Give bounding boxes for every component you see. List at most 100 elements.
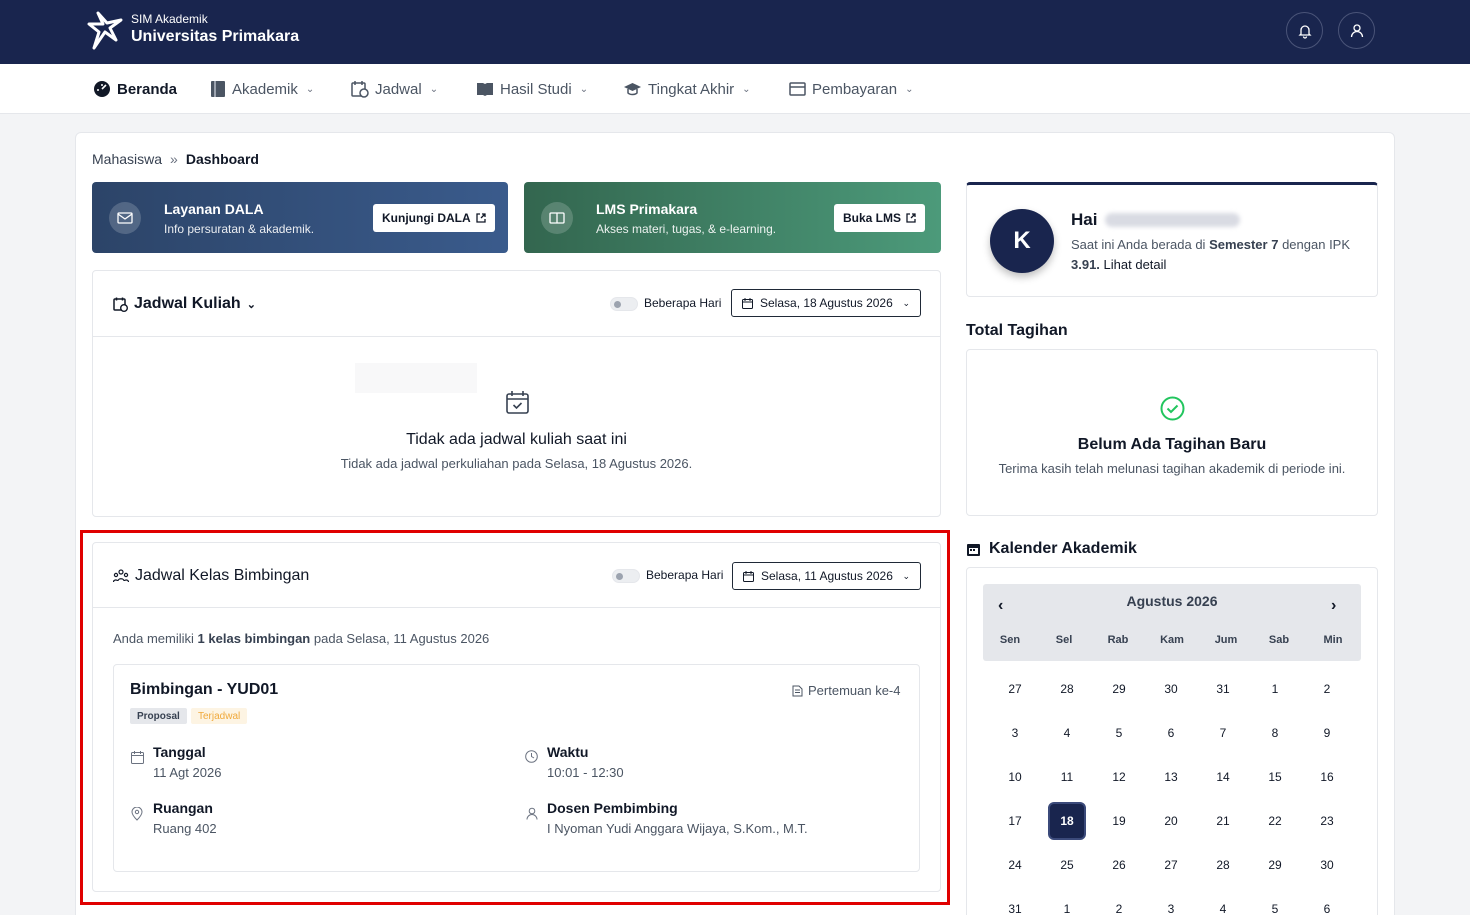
calendar-icon bbox=[743, 570, 754, 582]
jadwal-kuliah-dropdown[interactable]: Jadwal Kuliah ⌄ bbox=[113, 295, 256, 313]
calendar-day[interactable]: 2 bbox=[1308, 670, 1346, 708]
calendar-day[interactable]: 31 bbox=[1204, 670, 1242, 708]
tagihan-subtitle: Terima kasih telah melunasi tagihan akad… bbox=[998, 461, 1346, 476]
calendar-check-icon bbox=[506, 391, 529, 414]
book-icon bbox=[211, 81, 225, 97]
calendar-day[interactable]: 4 bbox=[1048, 714, 1086, 752]
calendar-day[interactable]: 3 bbox=[996, 714, 1034, 752]
greeting-text: Hai bbox=[1071, 210, 1098, 229]
calendar-clock-icon bbox=[351, 81, 369, 98]
breadcrumb-separator: » bbox=[170, 151, 178, 167]
calendar-day[interactable]: 27 bbox=[996, 670, 1034, 708]
ruangan-value: Ruang 402 bbox=[153, 821, 217, 836]
calendar-day[interactable]: 9 bbox=[1308, 714, 1346, 752]
nav-akademik[interactable]: Akademik ⌄ bbox=[210, 80, 314, 98]
semester: Semester 7 bbox=[1209, 237, 1279, 252]
nav-hasil-studi[interactable]: Hasil Studi ⌄ bbox=[476, 80, 588, 98]
notification-button[interactable] bbox=[1286, 12, 1323, 49]
calendar-day[interactable]: 28 bbox=[1048, 670, 1086, 708]
calendar-day[interactable]: 11 bbox=[1048, 758, 1086, 796]
nav-pembayaran[interactable]: Pembayaran ⌄ bbox=[789, 80, 913, 98]
calendar-day[interactable]: 29 bbox=[1256, 846, 1294, 884]
toggle-label: Beberapa Hari bbox=[644, 296, 722, 310]
calendar-day[interactable]: 6 bbox=[1308, 890, 1346, 915]
greeting: Hai bbox=[1071, 210, 1241, 230]
calendar-day[interactable]: 22 bbox=[1256, 802, 1294, 840]
calendar-day[interactable]: 20 bbox=[1152, 802, 1190, 840]
nav-tingkat-akhir[interactable]: Tingkat Akhir ⌄ bbox=[623, 80, 751, 98]
date-picker[interactable]: Selasa, 11 Agustus 2026 ⌄ bbox=[732, 562, 921, 590]
dosen-value: I Nyoman Yudi Anggara Wijaya, S.Kom., M.… bbox=[547, 821, 808, 836]
calendar-day[interactable]: 1 bbox=[1256, 670, 1294, 708]
info-suffix: dengan IPK bbox=[1282, 237, 1351, 252]
meeting-label: Pertemuan ke-4 bbox=[808, 683, 901, 698]
users-icon bbox=[113, 568, 129, 582]
calendar-day[interactable]: 25 bbox=[1048, 846, 1086, 884]
button-label: Kunjungi DALA bbox=[382, 211, 471, 225]
calendar-day[interactable]: 8 bbox=[1256, 714, 1294, 752]
calendar-day[interactable]: 29 bbox=[1100, 670, 1138, 708]
avatar[interactable]: K bbox=[990, 209, 1054, 273]
summary-prefix: Anda memiliki bbox=[113, 631, 194, 646]
buka-lms-button[interactable]: Buka LMS bbox=[834, 204, 926, 232]
calendar-day[interactable]: 6 bbox=[1152, 714, 1190, 752]
mail-icon bbox=[109, 202, 141, 234]
kunjungi-dala-button[interactable]: Kunjungi DALA bbox=[373, 204, 495, 232]
weekday-label: Sen bbox=[999, 634, 1021, 646]
breadcrumb-parent[interactable]: Mahasiswa bbox=[92, 151, 162, 167]
calendar-day-selected[interactable]: 18 bbox=[1048, 802, 1086, 840]
nav-label: Pembayaran bbox=[812, 80, 898, 98]
calendar-day[interactable]: 14 bbox=[1204, 758, 1242, 796]
person-icon bbox=[526, 807, 538, 820]
date-picker[interactable]: Selasa, 18 Agustus 2026 ⌄ bbox=[731, 289, 921, 317]
calendar-day[interactable]: 28 bbox=[1204, 846, 1242, 884]
calendar-day[interactable]: 30 bbox=[1308, 846, 1346, 884]
calendar-day[interactable]: 23 bbox=[1308, 802, 1346, 840]
main-nav: Beranda Akademik ⌄ Jadwal ⌄ Hasil Studi ⌄ T… bbox=[0, 64, 1470, 114]
info-prefix: Saat ini Anda berada di bbox=[1071, 237, 1206, 252]
calendar-day[interactable]: 2 bbox=[1100, 890, 1138, 915]
weekday-label: Kam bbox=[1160, 634, 1184, 646]
calendar-day[interactable]: 16 bbox=[1308, 758, 1346, 796]
calendar-day[interactable]: 26 bbox=[1100, 846, 1138, 884]
calendar-day[interactable]: 5 bbox=[1256, 890, 1294, 915]
calendar-day[interactable]: 7 bbox=[1204, 714, 1242, 752]
chevron-down-icon: ⌄ bbox=[579, 83, 589, 95]
calendar-day[interactable]: 12 bbox=[1100, 758, 1138, 796]
bimbingan-title: Jadwal Kelas Bimbingan bbox=[113, 567, 309, 585]
chevron-down-icon: ⌄ bbox=[246, 298, 256, 311]
calendar-day[interactable]: 1 bbox=[1048, 890, 1086, 915]
calendar-day[interactable]: 5 bbox=[1100, 714, 1138, 752]
beberapa-hari-toggle[interactable] bbox=[610, 297, 638, 311]
calendar-day[interactable]: 24 bbox=[996, 846, 1034, 884]
profile-info: Saat ini Anda berada di Semester 7 denga… bbox=[1071, 235, 1361, 275]
calendar-day[interactable]: 30 bbox=[1152, 670, 1190, 708]
calendar-day[interactable]: 10 bbox=[996, 758, 1034, 796]
nav-label: Jadwal bbox=[375, 80, 422, 98]
nav-jadwal[interactable]: Jadwal ⌄ bbox=[351, 80, 438, 98]
section-title: Jadwal Kuliah bbox=[134, 295, 241, 312]
calendar-day[interactable]: 21 bbox=[1204, 802, 1242, 840]
calendar-day[interactable]: 3 bbox=[1152, 890, 1190, 915]
calendar-day[interactable]: 17 bbox=[996, 802, 1034, 840]
calendar-day[interactable]: 19 bbox=[1100, 802, 1138, 840]
nav-beranda[interactable]: Beranda bbox=[93, 80, 177, 98]
summary-count: 1 kelas bimbingan bbox=[197, 631, 311, 646]
beberapa-hari-toggle[interactable] bbox=[612, 569, 640, 583]
bimbingan-summary: Anda memiliki 1 kelas bimbingan pada Sel… bbox=[113, 631, 489, 646]
calendar-day[interactable]: 15 bbox=[1256, 758, 1294, 796]
waktu-label: Waktu bbox=[547, 744, 589, 760]
external-link-icon bbox=[476, 213, 486, 223]
chevron-down-icon: ⌄ bbox=[902, 570, 910, 581]
calendar-day[interactable]: 4 bbox=[1204, 890, 1242, 915]
lihat-detail-link[interactable]: Lihat detail bbox=[1104, 257, 1167, 272]
calendar-day[interactable]: 13 bbox=[1152, 758, 1190, 796]
chevron-down-icon: ⌄ bbox=[905, 83, 914, 95]
user-menu-button[interactable] bbox=[1338, 12, 1375, 49]
nav-label: Hasil Studi bbox=[500, 80, 572, 98]
document-icon bbox=[792, 685, 803, 696]
section-title: Jadwal Kelas Bimbingan bbox=[135, 567, 310, 584]
calendar-day[interactable]: 31 bbox=[996, 890, 1034, 915]
calendar-day[interactable]: 27 bbox=[1152, 846, 1190, 884]
summary-suffix: pada Selasa, 11 Agustus 2026 bbox=[313, 631, 490, 646]
